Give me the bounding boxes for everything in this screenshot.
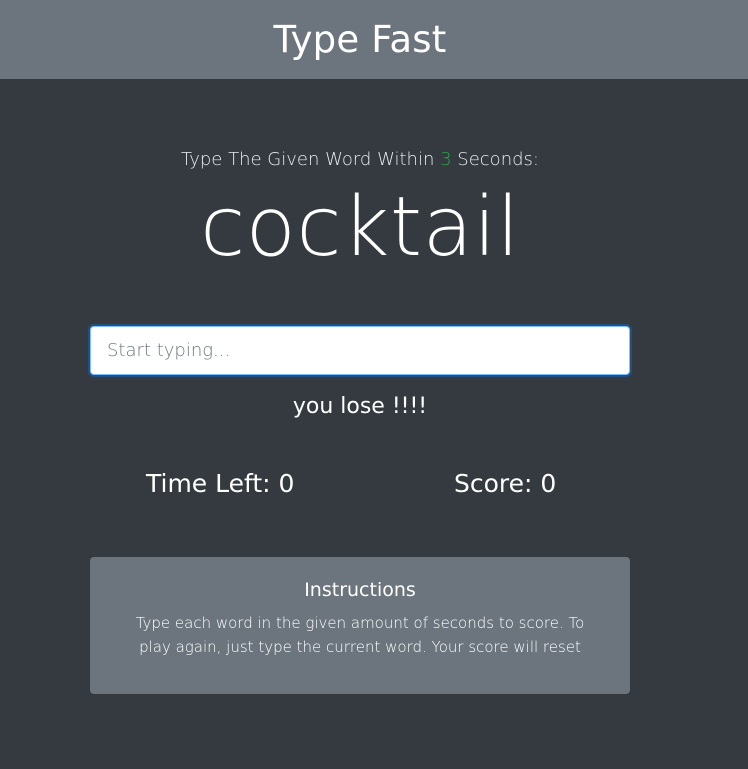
instruction-line: Type The Given Word Within 3 Seconds: xyxy=(0,149,720,170)
status-message: you lose !!!! xyxy=(292,394,428,419)
score-label: Score: xyxy=(454,469,533,498)
score: Score: 0 xyxy=(454,469,556,498)
instructions-text: Type each word in the given amount of se… xyxy=(135,614,585,656)
lead-suffix: Seconds: xyxy=(457,149,539,170)
lead-prefix: Type The Given Word Within xyxy=(181,149,435,170)
time-left-value: 0 xyxy=(278,469,295,498)
instructions-card: Instructions Type each word in the given… xyxy=(90,557,630,694)
score-value: 0 xyxy=(540,469,557,498)
current-word: cocktail xyxy=(200,180,520,275)
seconds-value: 3 xyxy=(440,149,452,170)
app-title: Type Fast xyxy=(273,18,447,61)
time-left: Time Left: 0 xyxy=(146,469,294,498)
word-input-wrapper xyxy=(90,326,630,375)
time-left-label: Time Left: xyxy=(146,469,271,498)
app-header: Type Fast xyxy=(0,0,748,79)
stats-row: Time Left: 0 Score: 0 xyxy=(0,469,748,509)
game-area: Type The Given Word Within 3 Seconds: co… xyxy=(0,79,748,769)
word-input[interactable] xyxy=(90,326,630,375)
instructions-title: Instructions xyxy=(304,579,416,601)
